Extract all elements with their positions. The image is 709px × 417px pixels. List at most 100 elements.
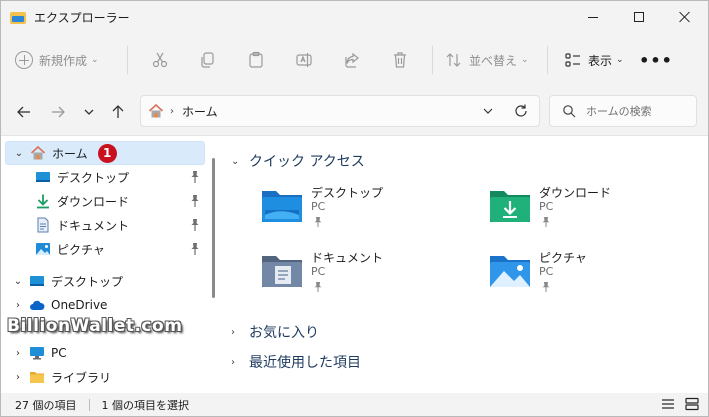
section-quick-access[interactable]: ⌄ クイック アクセス <box>231 151 365 171</box>
sidebar-item-label: デスクトップ <box>57 170 130 185</box>
rename-button[interactable] <box>280 44 328 76</box>
watermark: BillionWallet.com <box>7 316 183 336</box>
chevron-right-icon[interactable]: › <box>11 348 25 359</box>
sidebar-item-libraries[interactable]: › ライブラリ <box>5 365 205 389</box>
chevron-right-icon: › <box>231 356 235 368</box>
search-icon <box>563 105 576 118</box>
arrow-right-icon <box>52 106 65 118</box>
window-title: エクスプローラー <box>34 10 130 25</box>
sidebar-item-label: ダウンロード <box>57 194 130 209</box>
computer-icon <box>29 345 45 361</box>
back-button[interactable] <box>11 98 37 126</box>
pin-icon <box>542 217 550 227</box>
item-location: PC <box>539 265 554 278</box>
quick-access-item-pictures[interactable]: ピクチャ PC <box>489 249 689 305</box>
status-bar: 27 個の項目 1 個の項目を選択 <box>1 393 708 416</box>
sidebar-item-label: ピクチャ <box>57 242 105 257</box>
pin-icon <box>542 282 550 292</box>
maximize-button[interactable] <box>616 1 662 33</box>
search-input[interactable] <box>586 104 696 118</box>
pictures-folder-icon <box>490 256 530 287</box>
more-icon: ••• <box>639 50 673 70</box>
sidebar-item-label: PC <box>51 346 67 360</box>
tiles-view-icon[interactable] <box>684 397 700 411</box>
chevron-down-icon <box>84 109 94 115</box>
divider <box>547 46 548 74</box>
desktop-icon <box>29 273 45 289</box>
chevron-down-icon[interactable] <box>481 104 495 118</box>
view-label: 表示 <box>588 53 613 68</box>
item-location: PC <box>311 200 326 213</box>
pin-icon[interactable] <box>189 194 201 208</box>
close-button[interactable] <box>662 1 708 33</box>
quick-access-item-documents[interactable]: ドキュメント PC <box>261 249 461 305</box>
quick-access-item-desktop[interactable]: デスクトップ PC <box>261 184 461 240</box>
recent-locations-button[interactable] <box>76 98 102 126</box>
chevron-down-icon: ⌄ <box>91 55 99 65</box>
quick-access-item-downloads[interactable]: ダウンロード PC <box>489 184 689 240</box>
content-area: ⌄ ホーム 1 デスクトップ ダウンロード ドキュメント ピクチャ ⌄ デスクト… <box>1 135 708 393</box>
item-name: ピクチャ <box>539 251 587 265</box>
sidebar-item-onedrive[interactable]: › OneDrive <box>5 293 205 317</box>
copy-button[interactable] <box>184 44 232 76</box>
view-icon <box>565 53 580 67</box>
sidebar-item-desktop-pinned[interactable]: デスクトップ <box>5 165 205 189</box>
scissors-icon <box>152 52 168 68</box>
section-favorites[interactable]: › お気に入り <box>231 322 319 342</box>
sidebar-item-pictures[interactable]: ピクチャ <box>5 237 205 261</box>
trash-icon <box>394 52 406 68</box>
sidebar-item-pc[interactable]: › PC <box>5 341 205 365</box>
search-box[interactable] <box>549 95 697 127</box>
window-controls <box>570 1 708 33</box>
chevron-right-icon: › <box>231 326 235 338</box>
more-options-button[interactable]: ••• <box>636 44 676 76</box>
sidebar-item-home[interactable]: ⌄ ホーム 1 <box>5 141 205 165</box>
up-button[interactable] <box>105 98 131 126</box>
delete-button[interactable] <box>376 44 424 76</box>
pin-icon[interactable] <box>189 170 201 184</box>
details-view-icon[interactable] <box>660 397 676 411</box>
chevron-right-icon[interactable]: › <box>11 372 25 383</box>
copy-icon <box>201 52 214 68</box>
sidebar-scrollbar[interactable] <box>212 158 215 298</box>
share-button[interactable] <box>328 44 376 76</box>
pin-icon[interactable] <box>189 242 201 256</box>
chevron-down-icon: ⌄ <box>616 55 624 65</box>
forward-button[interactable] <box>45 98 71 126</box>
maximize-icon <box>634 12 644 22</box>
item-name: ダウンロード <box>539 186 612 200</box>
home-icon <box>30 145 46 161</box>
section-recent[interactable]: › 最近使用した項目 <box>231 352 361 372</box>
sidebar-item-downloads[interactable]: ダウンロード <box>5 189 205 213</box>
navigation-pane: ⌄ ホーム 1 デスクトップ ダウンロード ドキュメント ピクチャ ⌄ デスクト… <box>1 136 219 394</box>
refresh-icon[interactable] <box>513 103 529 119</box>
main-pane: ⌄ クイック アクセス デスクトップ PC ダウンロード PC ドキュメント P… <box>221 136 708 394</box>
minimize-icon <box>588 16 598 18</box>
new-button[interactable]: 新規作成 ⌄ <box>15 44 119 76</box>
pin-icon <box>314 217 322 227</box>
item-count: 27 個の項目 <box>15 398 77 412</box>
sidebar-item-documents[interactable]: ドキュメント <box>5 213 205 237</box>
folder-icon <box>29 369 45 385</box>
cut-button[interactable] <box>136 44 184 76</box>
pin-icon[interactable] <box>189 218 201 232</box>
sort-button[interactable]: 並べ替え ⌄ <box>441 44 539 76</box>
chevron-down-icon[interactable]: ⌄ <box>11 276 25 287</box>
chevron-right-icon[interactable]: › <box>11 300 25 311</box>
command-bar: 新規作成 ⌄ 並べ替え ⌄ 表示 ⌄ ••• <box>1 39 708 81</box>
address-bar[interactable]: › ホーム <box>140 95 540 127</box>
explorer-window: エクスプローラー 新規作成 ⌄ 並べ替え ⌄ 表示 ⌄ ••• › ホーム ホー… <box>0 0 709 417</box>
divider <box>432 46 433 74</box>
close-icon <box>679 11 691 23</box>
breadcrumb-home[interactable]: ホーム <box>182 103 218 120</box>
sort-icon <box>446 53 461 67</box>
picture-icon <box>35 241 51 257</box>
document-icon <box>35 217 51 233</box>
sidebar-item-desktop[interactable]: ⌄ デスクトップ <box>5 269 205 293</box>
minimize-button[interactable] <box>570 1 616 33</box>
downloads-folder-icon <box>490 191 530 222</box>
chevron-down-icon[interactable]: ⌄ <box>12 148 26 159</box>
plus-circle-icon <box>15 51 33 69</box>
paste-button[interactable] <box>232 44 280 76</box>
view-button[interactable]: 表示 ⌄ <box>556 44 636 76</box>
